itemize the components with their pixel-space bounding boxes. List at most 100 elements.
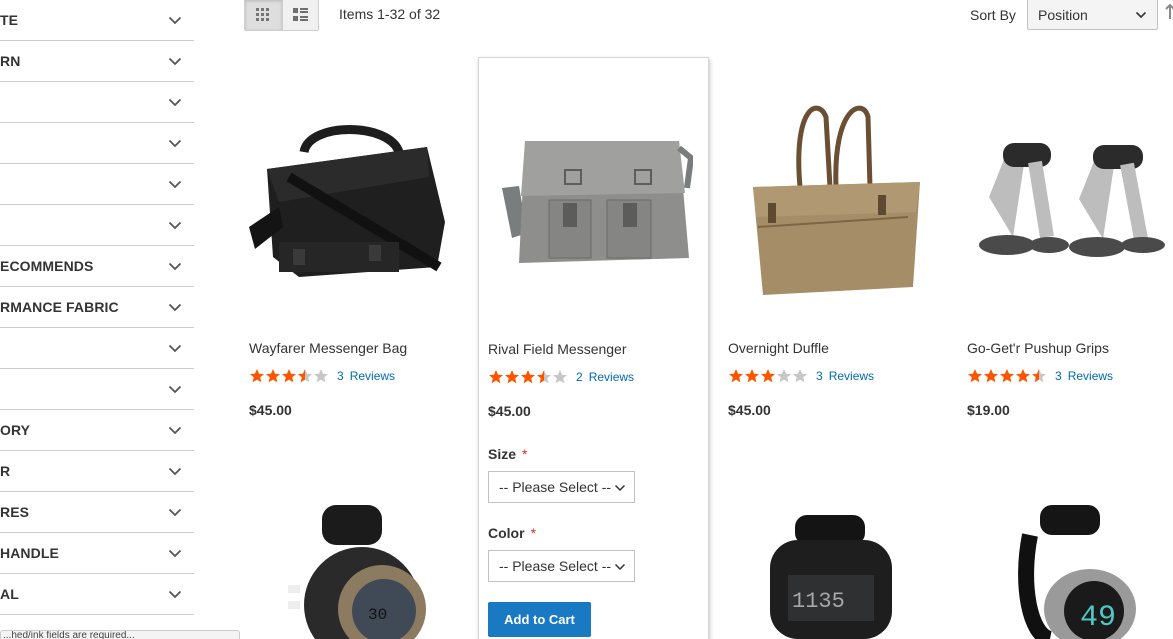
- star-icon: [777, 369, 791, 383]
- review-label: Reviews: [349, 369, 396, 383]
- tooltip-strip: ...hed/ink fields are required...: [0, 630, 240, 639]
- filter-sidebar: TE RN ECOMMENDS RMANCE FABRIC ORY R RES HANDLE A…: [0, 0, 194, 639]
- star-icon: [1032, 369, 1046, 383]
- product-item: Overnight Duffle 3 Reviews $45.00: [716, 57, 946, 437]
- sort-by-select[interactable]: Position: [1027, 0, 1158, 30]
- star-icon: [793, 369, 807, 383]
- review-count: 3: [1055, 369, 1062, 383]
- product-image[interactable]: [497, 138, 693, 268]
- required-asterisk: *: [530, 525, 537, 541]
- star-icon: [521, 370, 535, 384]
- chevron-down-icon: [168, 180, 182, 189]
- filter-option-3[interactable]: [0, 123, 194, 164]
- filter-option-title: TE: [0, 12, 19, 28]
- reviews-link[interactable]: 3 Reviews: [1055, 369, 1113, 383]
- add-to-cart-button[interactable]: Add to Cart: [488, 602, 591, 637]
- color-label-text: Color: [488, 525, 525, 541]
- star-icon: [745, 369, 759, 383]
- filter-option-5[interactable]: [0, 205, 194, 246]
- product-name[interactable]: Wayfarer Messenger Bag: [249, 340, 407, 356]
- review-label: Reviews: [828, 369, 875, 383]
- star-icon: [1016, 369, 1030, 383]
- filter-option-0[interactable]: TE: [0, 0, 194, 41]
- chevron-down-icon: [168, 262, 182, 271]
- filter-option-title: RN: [0, 53, 21, 69]
- chevron-down-icon: [168, 16, 182, 25]
- chevron-down-icon: [168, 549, 182, 558]
- filter-option-4[interactable]: [0, 164, 194, 205]
- color-select[interactable]: -- Please Select --: [488, 550, 635, 582]
- filter-option-9[interactable]: [0, 369, 194, 410]
- filter-option-13[interactable]: HANDLE: [0, 533, 194, 574]
- star-icon: [761, 369, 775, 383]
- product-image[interactable]: 1135: [760, 515, 900, 639]
- reviews-link[interactable]: 3 Reviews: [337, 369, 395, 383]
- filter-option-title: ORY: [0, 422, 31, 438]
- chevron-down-icon: [168, 139, 182, 148]
- toolbar-amount: Items 1-32 of 32: [339, 6, 441, 22]
- product-name[interactable]: Overnight Duffle: [728, 340, 829, 356]
- svg-text:49: 49: [1080, 601, 1116, 635]
- reviews-link[interactable]: 2 Reviews: [576, 370, 634, 384]
- color-select-value: -- Please Select --: [499, 558, 612, 574]
- product-image[interactable]: [975, 137, 1171, 262]
- size-label-text: Size: [488, 446, 517, 462]
- star-icon: [282, 369, 296, 383]
- required-asterisk: *: [522, 446, 528, 462]
- filter-option-11[interactable]: R: [0, 451, 194, 492]
- sort-by-label: Sort By: [970, 7, 1016, 23]
- rating-stars: [728, 368, 808, 384]
- chevron-down-icon: [168, 303, 182, 312]
- filter-option-10[interactable]: ORY: [0, 410, 194, 451]
- chevron-down-icon: [168, 385, 182, 394]
- list-mode-button[interactable]: [281, 0, 318, 30]
- product-price: $45.00: [249, 402, 292, 418]
- chevron-down-icon: [168, 221, 182, 230]
- chevron-down-icon: [1135, 11, 1147, 19]
- sort-direction-arrow-icon[interactable]: [1165, 4, 1173, 20]
- star-icon: [266, 369, 280, 383]
- product-image[interactable]: 30: [272, 505, 442, 639]
- product-image[interactable]: [249, 117, 455, 282]
- filter-option-2[interactable]: [0, 82, 194, 123]
- product-image[interactable]: [738, 97, 928, 297]
- product-rating: 2 Reviews: [488, 369, 634, 385]
- chevron-down-icon: [168, 467, 182, 476]
- filter-option-1[interactable]: RN: [0, 41, 194, 82]
- reviews-link[interactable]: 3 Reviews: [816, 369, 874, 383]
- color-option-label: Color *: [488, 525, 536, 541]
- svg-text:1135: 1135: [792, 589, 845, 614]
- filter-option-7[interactable]: RMANCE FABRIC: [0, 287, 194, 328]
- filter-option-14[interactable]: AL: [0, 574, 194, 615]
- filter-option-8[interactable]: [0, 328, 194, 369]
- rating-stars: [488, 369, 568, 385]
- product-price: $19.00: [967, 402, 1010, 418]
- star-icon: [537, 370, 551, 384]
- product-item: Go-Get'r Pushup Grips 3 Reviews $19.00: [955, 57, 1173, 437]
- product-item-hovered: Rival Field Messenger 2 Reviews $45.00 S…: [478, 57, 709, 639]
- star-icon: [298, 369, 312, 383]
- star-icon: [968, 369, 982, 383]
- product-name[interactable]: Rival Field Messenger: [488, 341, 627, 357]
- grid-mode-button[interactable]: [245, 0, 282, 30]
- chevron-down-icon: [168, 57, 182, 66]
- grid-icon: [256, 8, 270, 21]
- filter-option-title: R: [0, 463, 11, 479]
- chevron-down-icon: [614, 563, 626, 571]
- filter-option-6[interactable]: ECOMMENDS: [0, 246, 194, 287]
- filter-option-12[interactable]: RES: [0, 492, 194, 533]
- product-image[interactable]: 49: [1010, 505, 1140, 639]
- filter-option-title: HANDLE: [0, 545, 59, 561]
- review-count: 2: [576, 370, 583, 384]
- size-select-value: -- Please Select --: [499, 479, 612, 495]
- svg-text:30: 30: [368, 606, 387, 624]
- star-icon: [553, 370, 567, 384]
- size-select[interactable]: -- Please Select --: [488, 471, 635, 503]
- star-icon: [729, 369, 743, 383]
- product-name[interactable]: Go-Get'r Pushup Grips: [967, 340, 1109, 356]
- star-icon: [984, 369, 998, 383]
- chevron-down-icon: [168, 344, 182, 353]
- star-icon: [1000, 369, 1014, 383]
- product-rating: 3 Reviews: [967, 368, 1113, 384]
- star-icon: [505, 370, 519, 384]
